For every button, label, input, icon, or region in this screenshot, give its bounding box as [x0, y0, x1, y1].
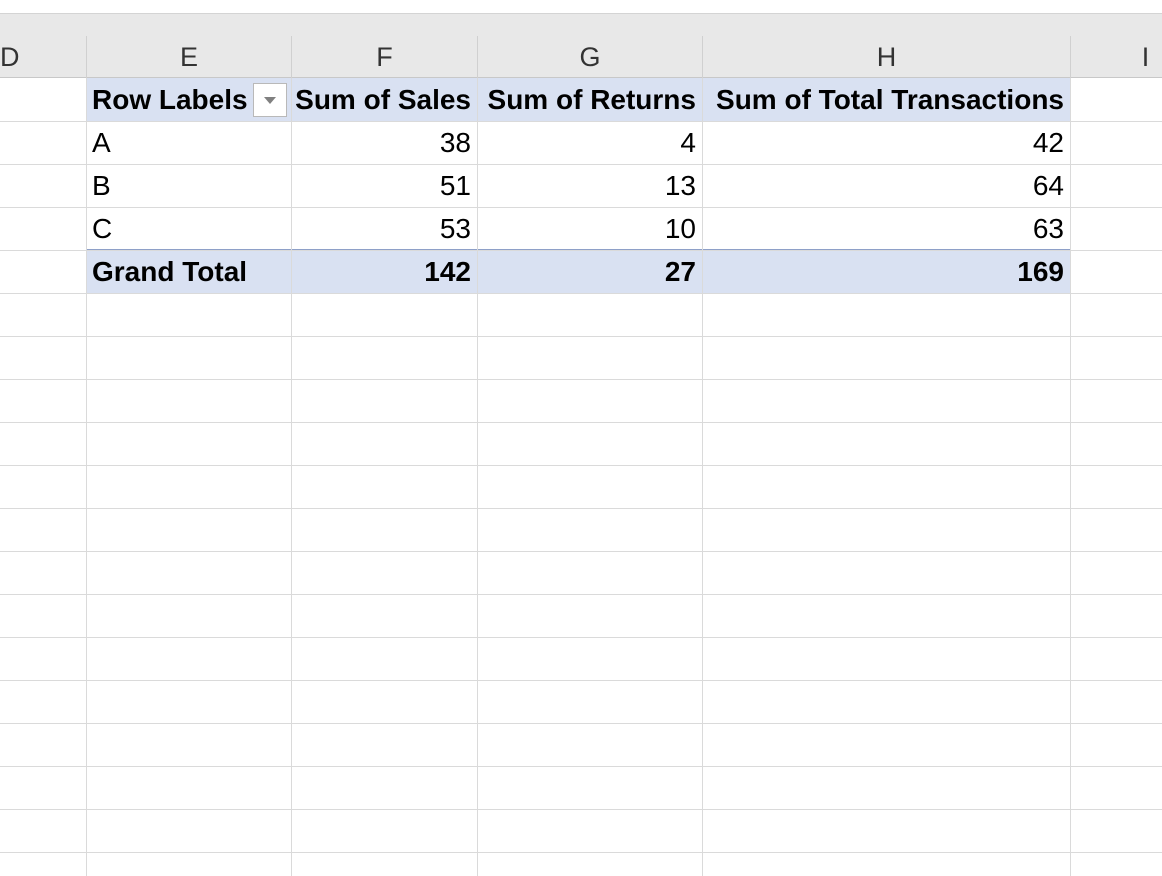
column-header-g-label: G: [579, 41, 601, 72]
gridline-h: [0, 465, 1162, 466]
grand-total-label-text: Grand Total: [92, 255, 248, 287]
pivot-row-label[interactable]: B: [86, 164, 291, 207]
pivot-header-row-labels-text: Row Labels: [92, 83, 248, 115]
grand-total-total[interactable]: 169: [702, 250, 1070, 293]
pivot-row-total[interactable]: 63: [702, 207, 1070, 250]
pivot-row-total[interactable]: 42: [702, 121, 1070, 164]
grand-total-returns-text: 27: [664, 255, 696, 287]
dropdown-arrow-icon: [264, 97, 276, 104]
gridline-h: [0, 551, 1162, 552]
column-header-h[interactable]: H: [702, 36, 1070, 78]
pivot-row-sales[interactable]: 38: [291, 121, 477, 164]
pivot-row-returns-text: 10: [664, 212, 696, 244]
column-header-h-label: H: [876, 41, 897, 72]
gridline-v: [1070, 78, 1071, 876]
column-header-e-label: E: [179, 41, 198, 72]
pivot-row-label-text: A: [92, 126, 111, 158]
gridline-h: [0, 594, 1162, 595]
worksheet-grid[interactable]: Row Labels Sum of Sales Sum of Returns S…: [0, 78, 1162, 876]
pivot-row-label[interactable]: A: [86, 121, 291, 164]
pivot-row-label-text: B: [92, 169, 111, 201]
gridline-h: [0, 293, 1162, 294]
grand-total-sales-text: 142: [424, 255, 471, 287]
grand-total-label[interactable]: Grand Total: [86, 250, 291, 293]
pivot-row-sales-text: 53: [439, 212, 471, 244]
gridline-h: [0, 809, 1162, 810]
gridline-h: [0, 336, 1162, 337]
gridline-h: [0, 508, 1162, 509]
pivot-row-sales[interactable]: 53: [291, 207, 477, 250]
grand-total-sales[interactable]: 142: [291, 250, 477, 293]
pivot-row-total-text: 64: [1032, 169, 1064, 201]
pivot-row-returns-text: 13: [664, 169, 696, 201]
pivot-row-total[interactable]: 64: [702, 164, 1070, 207]
gridline-h: [0, 422, 1162, 423]
column-header-e[interactable]: E: [86, 36, 291, 78]
gridline-h: [0, 637, 1162, 638]
column-header-f[interactable]: F: [291, 36, 477, 78]
column-header-g[interactable]: G: [477, 36, 702, 78]
pivot-row-returns[interactable]: 10: [477, 207, 702, 250]
pivot-row-total-text: 63: [1032, 212, 1064, 244]
ribbon-edge: [0, 0, 1162, 14]
pivot-row-returns[interactable]: 4: [477, 121, 702, 164]
column-header-i-label: I: [1141, 41, 1150, 72]
pivot-row-returns-text: 4: [680, 126, 696, 158]
column-header-bar: D E F G H I: [0, 14, 1162, 78]
column-header-f-label: F: [376, 41, 393, 72]
gridline-h: [0, 680, 1162, 681]
column-header-d[interactable]: D: [0, 36, 86, 78]
pivot-header-sum-total[interactable]: Sum of Total Transactions: [702, 78, 1070, 121]
pivot-row-sales-text: 38: [439, 126, 471, 158]
pivot-header-sum-returns[interactable]: Sum of Returns: [477, 78, 702, 121]
pivot-row-returns[interactable]: 13: [477, 164, 702, 207]
pivot-header-sum-returns-text: Sum of Returns: [487, 83, 696, 115]
pivot-row-label-text: C: [92, 212, 113, 244]
pivot-row-total-text: 42: [1032, 126, 1064, 158]
gridline-h: [0, 723, 1162, 724]
gridline-h: [0, 379, 1162, 380]
pivot-header-sum-total-text: Sum of Total Transactions: [716, 83, 1064, 115]
gridline-h: [0, 766, 1162, 767]
pivot-header-sum-sales[interactable]: Sum of Sales: [291, 78, 477, 121]
gridline-h: [0, 852, 1162, 853]
pivot-header-sum-sales-text: Sum of Sales: [295, 83, 471, 115]
pivot-row-label[interactable]: C: [86, 207, 291, 250]
row-labels-filter-button[interactable]: [253, 83, 287, 117]
column-header-d-label: D: [0, 41, 20, 72]
pivot-row-sales-text: 51: [439, 169, 471, 201]
column-header-i[interactable]: I: [1070, 36, 1162, 78]
pivot-row-sales[interactable]: 51: [291, 164, 477, 207]
grand-total-returns[interactable]: 27: [477, 250, 702, 293]
grand-total-total-text: 169: [1017, 255, 1064, 287]
